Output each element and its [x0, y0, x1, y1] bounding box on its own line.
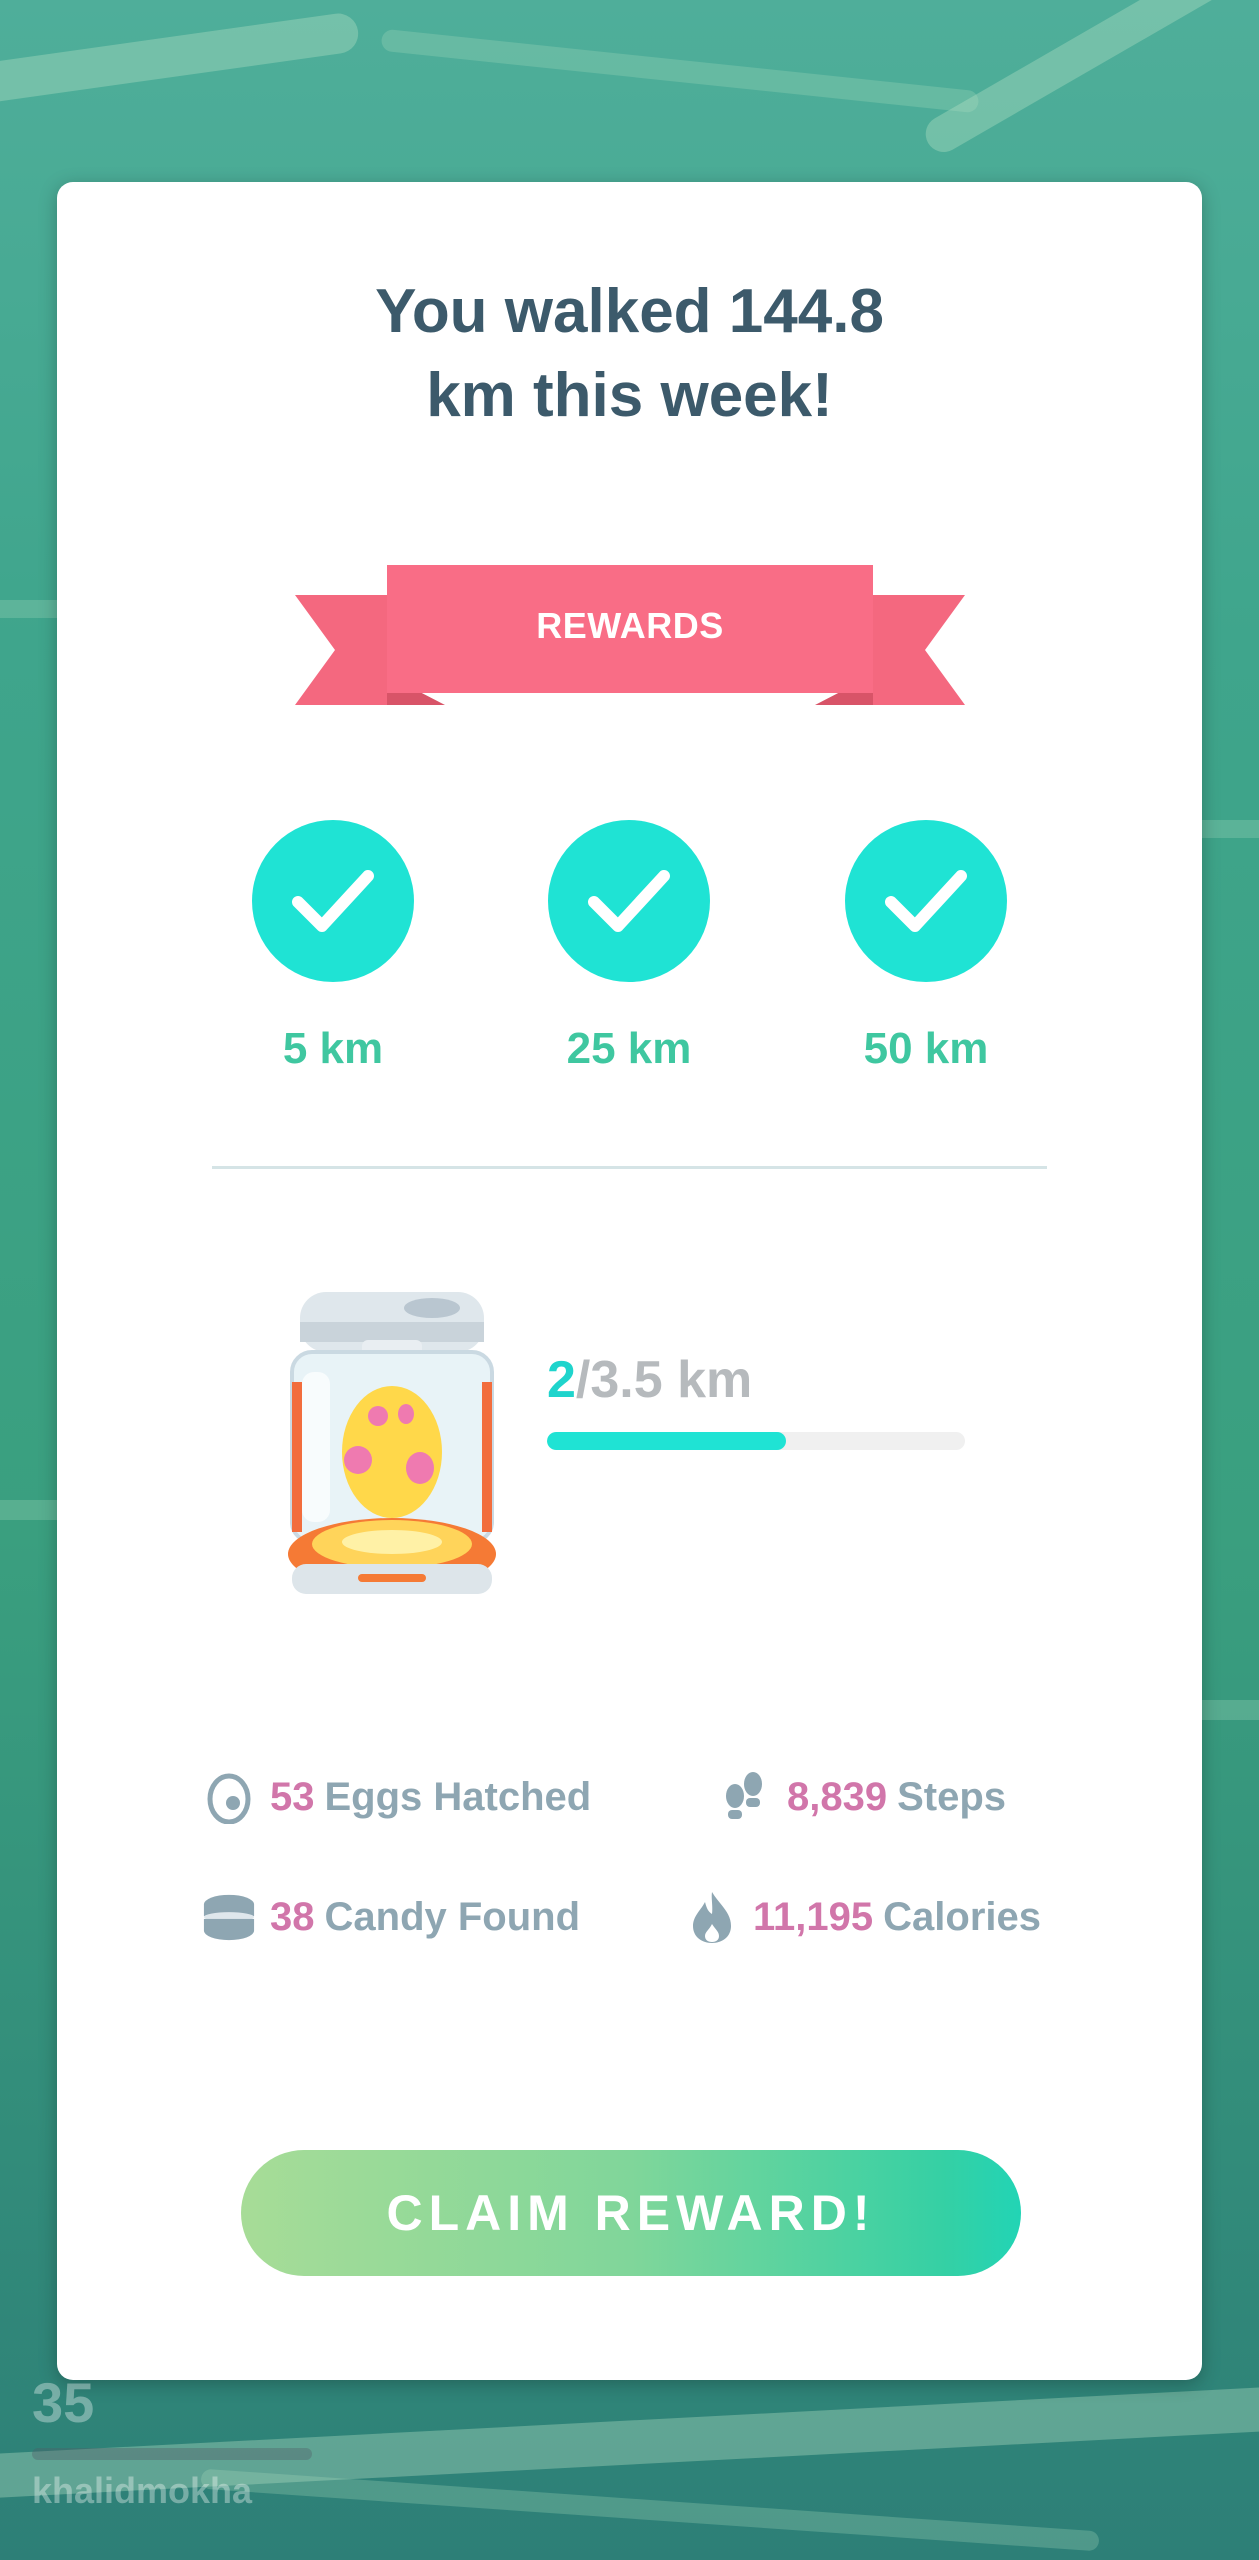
milestone-5km: 5 km	[233, 820, 433, 1074]
milestone-50km: 50 km	[826, 820, 1026, 1074]
player-level: 35	[32, 2371, 95, 2434]
egg-progress-current: 2	[547, 1351, 576, 1409]
stat-label: Steps	[897, 1774, 1007, 1819]
milestone-25km: 25 km	[529, 820, 729, 1074]
milestone-complete-badge	[845, 820, 1007, 982]
milestone-label: 50 km	[863, 1024, 989, 1073]
check-icon	[885, 870, 967, 932]
stat-value: 11,195	[753, 1894, 874, 1939]
weekly-summary-card: You walked 144.8 km this week! REWARDS 5…	[57, 182, 1202, 2380]
headline-line-1: You walked 144.8	[375, 277, 884, 346]
flame-icon	[685, 1890, 739, 1944]
stat-value: 8,839	[787, 1774, 888, 1819]
stat-value: 38	[270, 1894, 315, 1939]
claim-reward-button[interactable]: CLAIM REWARD!	[241, 2150, 1021, 2276]
egg-progress-fill	[547, 1432, 786, 1450]
milestone-label: 25 km	[566, 1024, 692, 1073]
milestone-complete-badge	[548, 820, 710, 982]
stat-label: Calories	[883, 1894, 1041, 1939]
check-icon	[292, 870, 374, 932]
rewards-ribbon: REWARDS	[295, 565, 965, 735]
stat-value: 53	[270, 1774, 315, 1819]
stat-label: Candy Found	[324, 1894, 581, 1939]
ribbon-banner-icon	[295, 565, 965, 705]
footsteps-icon	[719, 1770, 773, 1824]
egg-icon	[202, 1770, 256, 1824]
stat-eggs-hatched: 53 Eggs Hatched	[202, 1770, 591, 1824]
egg-progress-total: /3.5 km	[575, 1351, 753, 1409]
stat-calories: 11,195 Calories	[685, 1890, 1041, 1944]
milestone-label: 5 km	[282, 1024, 384, 1073]
incubator-icon: ∞	[282, 1292, 502, 1602]
stat-steps: 8,839 Steps	[719, 1770, 1006, 1824]
stat-candy-found: 38 Candy Found	[202, 1890, 580, 1944]
egg-progress-text: 2/3.5 km	[547, 1350, 752, 1410]
weekly-distance-headline: You walked 144.8 km this week!	[57, 270, 1202, 438]
headline-line-2: km this week!	[426, 361, 833, 430]
rewards-label: REWARDS	[536, 605, 724, 646]
check-icon	[588, 870, 670, 932]
egg-progress-bar	[547, 1432, 965, 1450]
candy-icon	[202, 1890, 256, 1944]
player-xp-bar	[32, 2448, 312, 2460]
milestone-complete-badge	[252, 820, 414, 982]
stat-label: Eggs Hatched	[324, 1774, 592, 1819]
section-divider	[212, 1166, 1047, 1169]
player-username: khalidmokha	[32, 2470, 253, 2511]
